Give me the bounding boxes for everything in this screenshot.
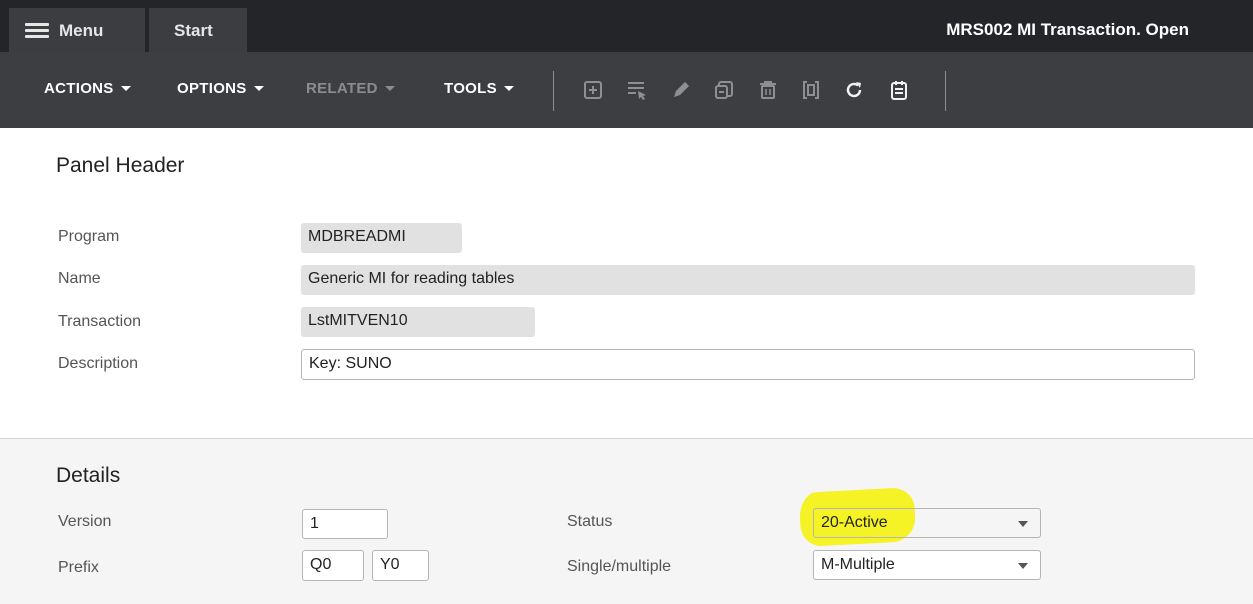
prefix-input-1[interactable]: Q0 [302,550,364,581]
add-icon[interactable] [582,79,604,101]
options-menu-label: OPTIONS [177,80,247,97]
tools-menu[interactable]: TOOLS [444,80,514,97]
caret-down-icon [253,86,264,91]
related-menu[interactable]: RELATED [306,80,395,97]
start-tab-label: Start [174,20,213,40]
menu-tab[interactable]: Menu [9,8,145,53]
status-select[interactable]: 20-Active [813,508,1041,538]
column-select-icon[interactable] [626,79,648,101]
dropdown-arrow-icon [1018,521,1028,527]
options-menu[interactable]: OPTIONS [177,80,264,97]
transaction-field: LstMITVEN10 [301,307,535,337]
toolbar: ACTIONS OPTIONS RELATED TOOLS [0,53,1253,128]
status-label: Status [567,513,613,530]
edit-icon[interactable] [670,79,692,101]
related-menu-label: RELATED [306,80,378,97]
panel-header-title: Panel Header [56,154,185,177]
refresh-icon[interactable] [843,79,865,101]
prefix-label: Prefix [58,559,99,576]
single-multiple-select-value: M-Multiple [821,556,895,573]
program-field: MDBREADMI [301,223,462,253]
notes-icon[interactable] [888,79,910,101]
details-title: Details [56,464,121,487]
copy-icon[interactable] [713,79,735,101]
top-bar: Menu Start MRS002 MI Transaction. Open [0,0,1253,53]
description-label: Description [58,355,139,372]
tools-menu-label: TOOLS [444,80,497,97]
name-field: Generic MI for reading tables [301,265,1195,295]
window-title: MRS002 MI Transaction. Open [946,20,1189,39]
caret-down-icon [120,86,131,91]
single-multiple-select[interactable]: M-Multiple [813,550,1041,580]
transaction-label: Transaction [58,313,141,330]
display-icon[interactable] [800,79,822,101]
toolbar-separator [945,71,946,111]
program-label: Program [58,228,120,245]
status-select-value: 20-Active [821,514,888,531]
version-label: Version [58,513,112,530]
hamburger-icon [25,22,49,39]
actions-menu[interactable]: ACTIONS [44,80,131,97]
dropdown-arrow-icon [1018,563,1028,569]
caret-down-icon [503,86,514,91]
prefix-input-2[interactable]: Y0 [372,550,429,581]
name-label: Name [58,270,101,287]
menu-tab-label: Menu [59,20,104,40]
delete-icon[interactable] [757,79,779,101]
version-input[interactable]: 1 [302,509,388,539]
details-section [0,438,1253,604]
description-input[interactable]: Key: SUNO [301,349,1195,380]
start-tab[interactable]: Start [149,8,247,53]
caret-down-icon [384,86,395,91]
single-multiple-label: Single/multiple [567,558,672,575]
toolbar-separator [553,71,554,111]
actions-menu-label: ACTIONS [44,80,114,97]
